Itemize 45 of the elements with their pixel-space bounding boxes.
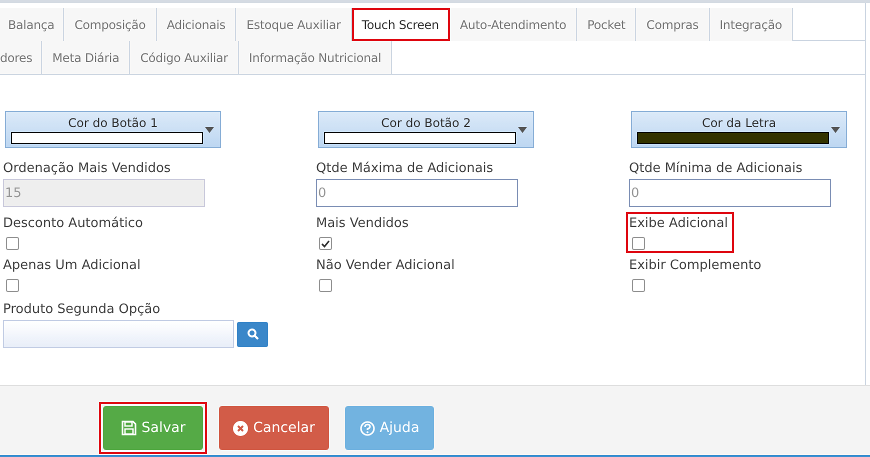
product-field[interactable]: [3, 320, 234, 348]
checkbox-label: Apenas Um Adicional: [3, 257, 141, 275]
help-button[interactable]: Ajuda: [345, 406, 434, 450]
tab[interactable]: Auto-Atendimento: [450, 8, 578, 41]
tab[interactable]: Pocket: [577, 8, 636, 41]
checkbox-label: Desconto Automático: [3, 215, 143, 233]
checkbox-label: Exibe Adicional: [629, 215, 728, 233]
field-label: Qtde Mínima de Adicionais: [629, 160, 802, 178]
cancel-button[interactable]: Cancelar: [219, 406, 329, 450]
tab[interactable]: Touch Screen: [352, 8, 450, 41]
checkbox[interactable]: [6, 237, 19, 250]
color-dropdown[interactable]: Cor do Botão 2: [318, 111, 534, 148]
tab[interactable]: Adicionais: [156, 8, 236, 41]
number-field[interactable]: 0: [629, 179, 831, 207]
tab[interactable]: Compras: [636, 8, 710, 41]
caret-icon: [831, 127, 840, 133]
checkbox-label: Não Vender Adicional: [316, 257, 455, 275]
checkbox-label: Exibir Complemento: [629, 257, 762, 275]
checkbox[interactable]: [632, 237, 645, 250]
search-icon: [246, 328, 258, 340]
close-icon: [233, 420, 248, 436]
tab[interactable]: Integração: [710, 8, 794, 41]
tab[interactable]: Informação Nutricional: [238, 41, 392, 74]
tab[interactable]: Composição: [64, 8, 157, 41]
checkbox[interactable]: [319, 279, 332, 292]
checkbox-label: Mais Vendidos: [316, 215, 409, 233]
caret-icon: [205, 127, 214, 133]
tab[interactable]: Meta Diária: [42, 41, 130, 74]
caret-icon: [518, 127, 527, 133]
save-button[interactable]: Salvar: [103, 406, 203, 450]
checkbox[interactable]: [632, 279, 645, 292]
tab[interactable]: Código Auxiliar: [130, 41, 239, 74]
checkbox[interactable]: [6, 279, 19, 292]
field-label: Produto Segunda Opção: [3, 301, 160, 319]
number-field[interactable]: 0: [316, 179, 518, 207]
field-label: Ordenação Mais Vendidos: [3, 160, 171, 178]
field-label: Qtde Máxima de Adicionais: [316, 160, 494, 178]
checkbox[interactable]: [319, 237, 332, 250]
search-button[interactable]: [237, 322, 268, 346]
tab[interactable]: Balança: [0, 8, 64, 41]
tab[interactable]: Estoque Auxiliar: [236, 8, 352, 41]
tab[interactable]: dores: [0, 41, 42, 74]
color-dropdown[interactable]: Cor da Letra: [631, 111, 847, 148]
color-dropdown[interactable]: Cor do Botão 1: [5, 111, 221, 148]
help-icon: [360, 420, 375, 436]
